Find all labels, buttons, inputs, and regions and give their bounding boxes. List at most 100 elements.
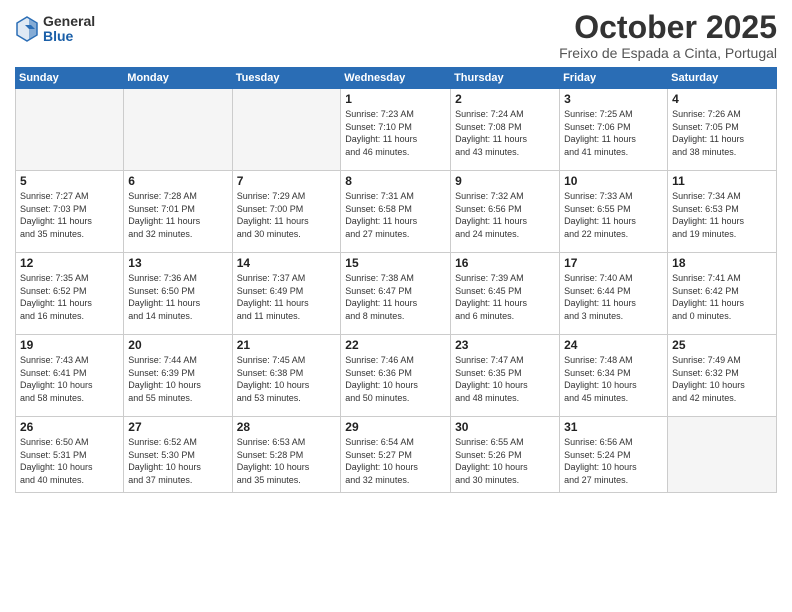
day-info: Sunrise: 6:53 AM Sunset: 5:28 PM Dayligh… — [237, 436, 337, 486]
day-info: Sunrise: 6:50 AM Sunset: 5:31 PM Dayligh… — [20, 436, 119, 486]
day-number: 3 — [564, 92, 663, 106]
day-number: 14 — [237, 256, 337, 270]
table-row — [232, 89, 341, 171]
day-info: Sunrise: 7:37 AM Sunset: 6:49 PM Dayligh… — [237, 272, 337, 322]
day-number: 6 — [128, 174, 227, 188]
table-row: 4Sunrise: 7:26 AM Sunset: 7:05 PM Daylig… — [668, 89, 777, 171]
day-number: 19 — [20, 338, 119, 352]
table-row: 25 Sunrise: 7:49 AM Sunset: 6:32 PM Dayli… — [668, 335, 777, 417]
logo-general-text: General — [43, 14, 95, 29]
day-info: Sunrise: 7:49 AM Sunset: 6:32 PM Dayligh… — [672, 354, 772, 404]
day-number: 11 — [672, 174, 772, 188]
day-info: Sunrise: 7:31 AM Sunset: 6:58 PM Dayligh… — [345, 190, 446, 240]
day-info: Sunrise: 7:24 AM Sunset: 7:08 PM Dayligh… — [455, 108, 555, 158]
day-number: 22 — [345, 338, 446, 352]
table-row — [668, 417, 777, 493]
col-friday: Friday — [560, 68, 668, 89]
day-number: 17 — [564, 256, 663, 270]
day-number: 25 — [672, 338, 772, 352]
day-info: Sunrise: 7:44 AM Sunset: 6:39 PM Dayligh… — [128, 354, 227, 404]
day-number: 26 — [20, 420, 119, 434]
day-number: 21 — [237, 338, 337, 352]
day-number: 8 — [345, 174, 446, 188]
day-number: 18 — [672, 256, 772, 270]
month-title: October 2025 — [559, 10, 777, 45]
table-row: 1 Sunrise: 7:23 AM Sunset: 7:10 PM Daylig… — [341, 89, 451, 171]
day-info: Sunrise: 7:47 AM Sunset: 6:35 PM Dayligh… — [455, 354, 555, 404]
table-row: 13 Sunrise: 7:36 AM Sunset: 6:50 PM Dayli… — [124, 253, 232, 335]
day-info: Sunrise: 7:32 AM Sunset: 6:56 PM Dayligh… — [455, 190, 555, 240]
table-row: 22 Sunrise: 7:46 AM Sunset: 6:36 PM Dayli… — [341, 335, 451, 417]
day-number: 9 — [455, 174, 555, 188]
table-row: 7 Sunrise: 7:29 AM Sunset: 7:00 PM Daylig… — [232, 171, 341, 253]
header: General Blue October 2025 Freixo de Espa… — [15, 10, 777, 61]
day-info: Sunrise: 6:55 AM Sunset: 5:26 PM Dayligh… — [455, 436, 555, 486]
col-saturday: Saturday — [668, 68, 777, 89]
table-row: 31Sunrise: 6:56 AM Sunset: 5:24 PM Dayli… — [560, 417, 668, 493]
day-number: 10 — [564, 174, 663, 188]
day-info: Sunrise: 7:38 AM Sunset: 6:47 PM Dayligh… — [345, 272, 446, 322]
subtitle: Freixo de Espada a Cinta, Portugal — [559, 45, 777, 61]
table-row: 14 Sunrise: 7:37 AM Sunset: 6:49 PM Dayli… — [232, 253, 341, 335]
table-row: 10 Sunrise: 7:33 AM Sunset: 6:55 PM Dayli… — [560, 171, 668, 253]
table-row — [16, 89, 124, 171]
table-row: 28Sunrise: 6:53 AM Sunset: 5:28 PM Dayli… — [232, 417, 341, 493]
day-number: 23 — [455, 338, 555, 352]
day-info: Sunrise: 7:35 AM Sunset: 6:52 PM Dayligh… — [20, 272, 119, 322]
table-row: 26 Sunrise: 6:50 AM Sunset: 5:31 PM Dayli… — [16, 417, 124, 493]
day-info: Sunrise: 7:36 AM Sunset: 6:50 PM Dayligh… — [128, 272, 227, 322]
title-section: October 2025 Freixo de Espada a Cinta, P… — [559, 10, 777, 61]
day-number: 7 — [237, 174, 337, 188]
col-tuesday: Tuesday — [232, 68, 341, 89]
col-sunday: Sunday — [16, 68, 124, 89]
table-row: 11 Sunrise: 7:34 AM Sunset: 6:53 PM Dayli… — [668, 171, 777, 253]
day-number: 29 — [345, 420, 446, 434]
table-row — [124, 89, 232, 171]
table-row: 12 Sunrise: 7:35 AM Sunset: 6:52 PM Dayli… — [16, 253, 124, 335]
day-info: Sunrise: 7:26 AM Sunset: 7:05 PM Dayligh… — [672, 108, 772, 158]
day-info: Sunrise: 7:25 AM Sunset: 7:06 PM Dayligh… — [564, 108, 663, 158]
logo: General Blue — [15, 14, 95, 45]
table-row: 5 Sunrise: 7:27 AM Sunset: 7:03 PM Daylig… — [16, 171, 124, 253]
day-info: Sunrise: 7:27 AM Sunset: 7:03 PM Dayligh… — [20, 190, 119, 240]
table-row: 24Sunrise: 7:48 AM Sunset: 6:34 PM Dayli… — [560, 335, 668, 417]
logo-text: General Blue — [43, 14, 95, 45]
table-row: 29 Sunrise: 6:54 AM Sunset: 5:27 PM Dayli… — [341, 417, 451, 493]
day-info: Sunrise: 7:40 AM Sunset: 6:44 PM Dayligh… — [564, 272, 663, 322]
day-number: 12 — [20, 256, 119, 270]
day-info: Sunrise: 7:39 AM Sunset: 6:45 PM Dayligh… — [455, 272, 555, 322]
table-row: 17 Sunrise: 7:40 AM Sunset: 6:44 PM Dayli… — [560, 253, 668, 335]
day-info: Sunrise: 6:56 AM Sunset: 5:24 PM Dayligh… — [564, 436, 663, 486]
day-info: Sunrise: 6:54 AM Sunset: 5:27 PM Dayligh… — [345, 436, 446, 486]
day-info: Sunrise: 7:43 AM Sunset: 6:41 PM Dayligh… — [20, 354, 119, 404]
day-info: Sunrise: 7:28 AM Sunset: 7:01 PM Dayligh… — [128, 190, 227, 240]
table-row: 16 Sunrise: 7:39 AM Sunset: 6:45 PM Dayli… — [451, 253, 560, 335]
logo-blue-text: Blue — [43, 29, 95, 44]
col-wednesday: Wednesday — [341, 68, 451, 89]
table-row: 23 Sunrise: 7:47 AM Sunset: 6:35 PM Dayli… — [451, 335, 560, 417]
day-number: 5 — [20, 174, 119, 188]
table-row: 3 Sunrise: 7:25 AM Sunset: 7:06 PM Daylig… — [560, 89, 668, 171]
table-row: 21 Sunrise: 7:45 AM Sunset: 6:38 PM Dayli… — [232, 335, 341, 417]
col-thursday: Thursday — [451, 68, 560, 89]
day-info: Sunrise: 7:23 AM Sunset: 7:10 PM Dayligh… — [345, 108, 446, 158]
day-info: Sunrise: 7:41 AM Sunset: 6:42 PM Dayligh… — [672, 272, 772, 322]
day-number: 13 — [128, 256, 227, 270]
day-number: 16 — [455, 256, 555, 270]
day-info: Sunrise: 7:34 AM Sunset: 6:53 PM Dayligh… — [672, 190, 772, 240]
day-info: Sunrise: 7:45 AM Sunset: 6:38 PM Dayligh… — [237, 354, 337, 404]
table-row: 30Sunrise: 6:55 AM Sunset: 5:26 PM Dayli… — [451, 417, 560, 493]
day-info: Sunrise: 6:52 AM Sunset: 5:30 PM Dayligh… — [128, 436, 227, 486]
table-row: 27Sunrise: 6:52 AM Sunset: 5:30 PM Dayli… — [124, 417, 232, 493]
day-info: Sunrise: 7:46 AM Sunset: 6:36 PM Dayligh… — [345, 354, 446, 404]
col-monday: Monday — [124, 68, 232, 89]
day-number: 15 — [345, 256, 446, 270]
header-row: Sunday Monday Tuesday Wednesday Thursday… — [16, 68, 777, 89]
table-row: 8 Sunrise: 7:31 AM Sunset: 6:58 PM Daylig… — [341, 171, 451, 253]
day-number: 1 — [345, 92, 446, 106]
day-info: Sunrise: 7:29 AM Sunset: 7:00 PM Dayligh… — [237, 190, 337, 240]
table-row: 6 Sunrise: 7:28 AM Sunset: 7:01 PM Daylig… — [124, 171, 232, 253]
table-row: 20Sunrise: 7:44 AM Sunset: 6:39 PM Dayli… — [124, 335, 232, 417]
table-row: 9 Sunrise: 7:32 AM Sunset: 6:56 PM Daylig… — [451, 171, 560, 253]
day-info: Sunrise: 7:33 AM Sunset: 6:55 PM Dayligh… — [564, 190, 663, 240]
